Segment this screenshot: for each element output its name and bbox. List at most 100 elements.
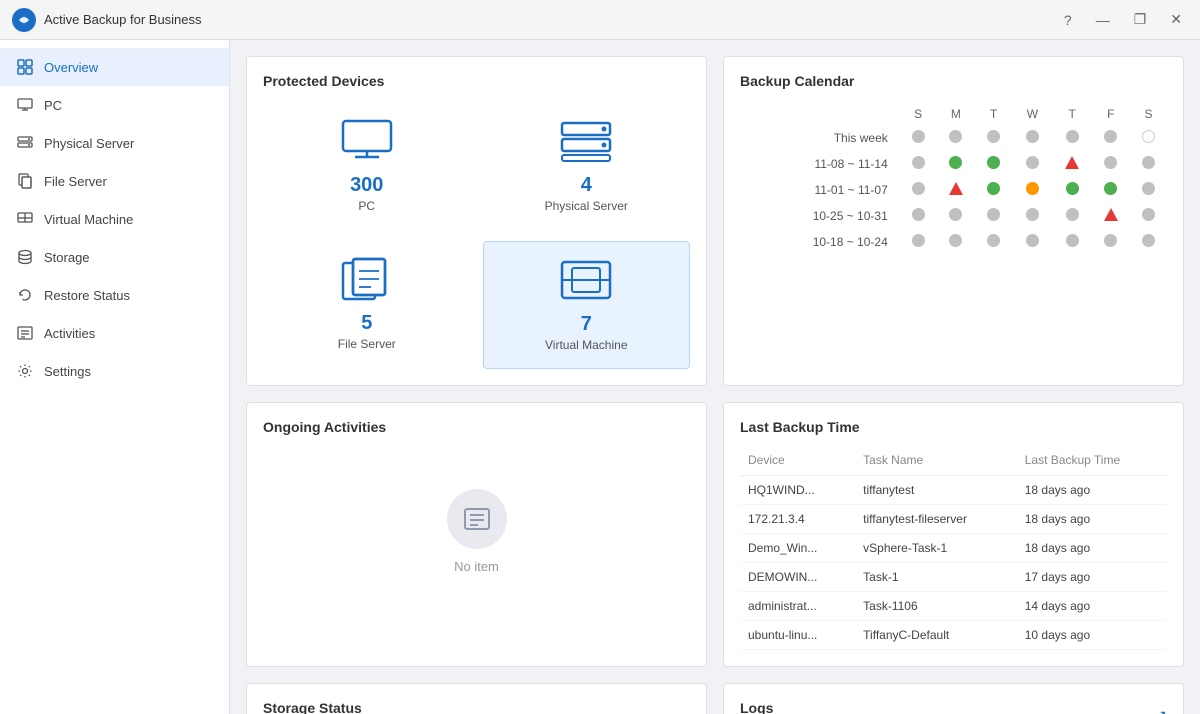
- devices-grid: 300 PC 4 Physical S: [263, 103, 690, 369]
- file-server-label: File Server: [338, 337, 396, 351]
- sidebar-item-restore-status[interactable]: Restore Status: [0, 276, 229, 314]
- sidebar-file-server-label: File Server: [44, 174, 107, 189]
- device-item-virtual-machine[interactable]: 7 Virtual Machine: [483, 241, 691, 369]
- sidebar-item-file-server[interactable]: File Server: [0, 162, 229, 200]
- calendar-dot-3-4: [1053, 203, 1092, 229]
- calendar-row-label-4: 10-18 ~ 10-24: [740, 229, 900, 255]
- help-button[interactable]: ?: [1058, 10, 1078, 30]
- col-time: Last Backup Time: [1017, 449, 1167, 476]
- activities-icon: [16, 324, 34, 342]
- calendar-dot-0-2: [975, 125, 1012, 151]
- sidebar-item-virtual-machine[interactable]: Virtual Machine: [0, 200, 229, 238]
- file-server-device-icon: [339, 257, 395, 304]
- physical-server-icon: [16, 134, 34, 152]
- file-server-icon: [16, 172, 34, 190]
- backup-cell-2-task: vSphere-Task-1: [855, 534, 1017, 563]
- calendar-day-t2: T: [1053, 103, 1092, 125]
- table-row: administrat...Task-110614 days ago: [740, 592, 1167, 621]
- backup-cell-5-device: ubuntu-linu...: [740, 621, 855, 650]
- sidebar-item-pc[interactable]: PC: [0, 86, 229, 124]
- calendar-row-label-3: 10-25 ~ 10-31: [740, 203, 900, 229]
- calendar-dot-0-5: [1092, 125, 1131, 151]
- calendar-dot-3-3: [1012, 203, 1053, 229]
- calendar-dot-0-1: [937, 125, 976, 151]
- calendar-day-w: W: [1012, 103, 1053, 125]
- no-item-icon: [447, 489, 507, 549]
- calendar-dot-1-2: [975, 151, 1012, 177]
- settings-icon: [16, 362, 34, 380]
- sidebar-item-settings[interactable]: Settings: [0, 352, 229, 390]
- sidebar-item-overview[interactable]: Overview: [0, 48, 229, 86]
- backup-cell-4-time: 14 days ago: [1017, 592, 1167, 621]
- calendar-dot-3-1: [937, 203, 976, 229]
- logs-expand-icon[interactable]: ↗: [1155, 707, 1167, 714]
- calendar-dot-4-3: [1012, 229, 1053, 255]
- sidebar-pc-label: PC: [44, 98, 62, 113]
- backup-cell-4-device: administrat...: [740, 592, 855, 621]
- backup-calendar-card: Backup Calendar S M T W T F S This week: [723, 56, 1184, 386]
- backup-cell-5-task: TiffanyC-Default: [855, 621, 1017, 650]
- physical-server-label: Physical Server: [545, 199, 628, 213]
- last-backup-title: Last Backup Time: [740, 419, 1167, 435]
- calendar-dot-2-4: [1053, 177, 1092, 203]
- app-body: Overview PC Physi: [0, 40, 1200, 714]
- calendar-dot-0-4: [1053, 125, 1092, 151]
- backup-cell-0-time: 18 days ago: [1017, 476, 1167, 505]
- backup-cell-0-task: tiffanytest: [855, 476, 1017, 505]
- calendar-row-label-0: This week: [740, 125, 900, 151]
- device-item-file-server[interactable]: 5 File Server: [263, 241, 471, 369]
- storage-icon: [16, 248, 34, 266]
- logs-card: Logs ↗: [723, 683, 1184, 714]
- sidebar-restore-status-label: Restore Status: [44, 288, 130, 303]
- backup-cell-1-task: tiffanytest-fileserver: [855, 505, 1017, 534]
- ongoing-activities-title: Ongoing Activities: [263, 419, 690, 435]
- app-logo: [12, 8, 36, 32]
- backup-cell-1-device: 172.21.3.4: [740, 505, 855, 534]
- calendar-dot-4-6: [1130, 229, 1167, 255]
- sidebar-item-storage[interactable]: Storage: [0, 238, 229, 276]
- calendar-day-s1: S: [900, 103, 937, 125]
- main-content: Protected Devices 300 PC: [230, 40, 1200, 714]
- sidebar: Overview PC Physi: [0, 40, 230, 714]
- calendar-dot-4-0: [900, 229, 937, 255]
- storage-status-card: Storage Status: [246, 683, 707, 714]
- calendar-dot-1-1: [937, 151, 976, 177]
- titlebar-left: Active Backup for Business: [12, 8, 202, 32]
- backup-cell-3-device: DEMOWIN...: [740, 563, 855, 592]
- backup-cell-4-task: Task-1106: [855, 592, 1017, 621]
- backup-cell-2-device: Demo_Win...: [740, 534, 855, 563]
- calendar-dot-0-3: [1012, 125, 1053, 151]
- logs-title: Logs: [740, 700, 773, 714]
- calendar-row-label-2: 11-01 ~ 11-07: [740, 177, 900, 203]
- ongoing-activities-card: Ongoing Activities No item: [246, 402, 707, 667]
- calendar-dot-2-2: [975, 177, 1012, 203]
- close-button[interactable]: ✕: [1164, 9, 1188, 30]
- calendar-day-m: M: [937, 103, 976, 125]
- calendar-dot-2-5: [1092, 177, 1131, 203]
- pc-icon: [16, 96, 34, 114]
- minimize-button[interactable]: —: [1090, 10, 1116, 30]
- table-row: Demo_Win...vSphere-Task-118 days ago: [740, 534, 1167, 563]
- no-item-container: No item: [263, 449, 690, 614]
- table-row: HQ1WIND...tiffanytest18 days ago: [740, 476, 1167, 505]
- sidebar-physical-server-label: Physical Server: [44, 136, 134, 151]
- titlebar-controls: ? — ❐ ✕: [1058, 9, 1188, 30]
- calendar-dot-1-0: [900, 151, 937, 177]
- device-item-pc[interactable]: 300 PC: [263, 103, 471, 229]
- sidebar-item-physical-server[interactable]: Physical Server: [0, 124, 229, 162]
- calendar-dot-1-5: [1092, 151, 1131, 177]
- backup-table: Device Task Name Last Backup Time HQ1WIN…: [740, 449, 1167, 650]
- calendar-dot-3-5: [1092, 203, 1131, 229]
- device-item-physical-server[interactable]: 4 Physical Server: [483, 103, 691, 229]
- calendar-dot-1-3: [1012, 151, 1053, 177]
- col-task: Task Name: [855, 449, 1017, 476]
- calendar-dot-4-2: [975, 229, 1012, 255]
- calendar-dot-0-6: [1130, 125, 1167, 151]
- sidebar-item-activities[interactable]: Activities: [0, 314, 229, 352]
- maximize-button[interactable]: ❐: [1128, 9, 1153, 30]
- app-title: Active Backup for Business: [44, 12, 202, 27]
- pc-count: 300: [350, 174, 383, 197]
- virtual-machine-device-icon: [558, 258, 614, 305]
- backup-cell-2-time: 18 days ago: [1017, 534, 1167, 563]
- calendar-dot-4-4: [1053, 229, 1092, 255]
